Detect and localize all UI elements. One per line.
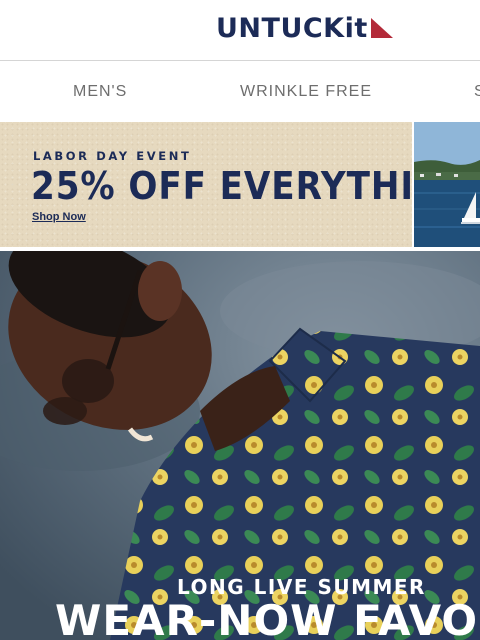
nav-item-next[interactable]: S	[474, 61, 480, 122]
nav-item-wrinkle-free[interactable]: WRINKLE FREE	[240, 61, 372, 122]
nav-item-mens[interactable]: MEN'S	[73, 61, 127, 122]
promo-headline: 25% OFF EVERYTHING	[31, 164, 473, 208]
promo-eyebrow: LABOR DAY EVENT	[33, 149, 192, 163]
labor-day-promo-card[interactable]: LABOR DAY EVENT 25% OFF EVERYTHING Shop …	[0, 122, 472, 247]
category-nav: MEN'S WRINKLE FREE S	[0, 61, 480, 122]
lake-sailboat-image	[414, 122, 480, 247]
brand-logo[interactable]: UNTUCKit	[216, 12, 395, 44]
logo-pennant-icon	[370, 18, 393, 38]
hero-headline: WEAR-NOW FAVORIT	[55, 596, 480, 640]
promo-lake-photo[interactable]	[414, 122, 480, 247]
site-header: UNTUCKit	[0, 0, 480, 61]
logo-wordmark: UNTUCKit	[216, 12, 368, 44]
shop-now-link[interactable]: Shop Now	[32, 211, 86, 223]
hero-banner[interactable]: LONG LIVE SUMMER WEAR-NOW FAVORIT	[0, 251, 480, 640]
promo-banner: LABOR DAY EVENT 25% OFF EVERYTHING Shop …	[0, 122, 480, 247]
